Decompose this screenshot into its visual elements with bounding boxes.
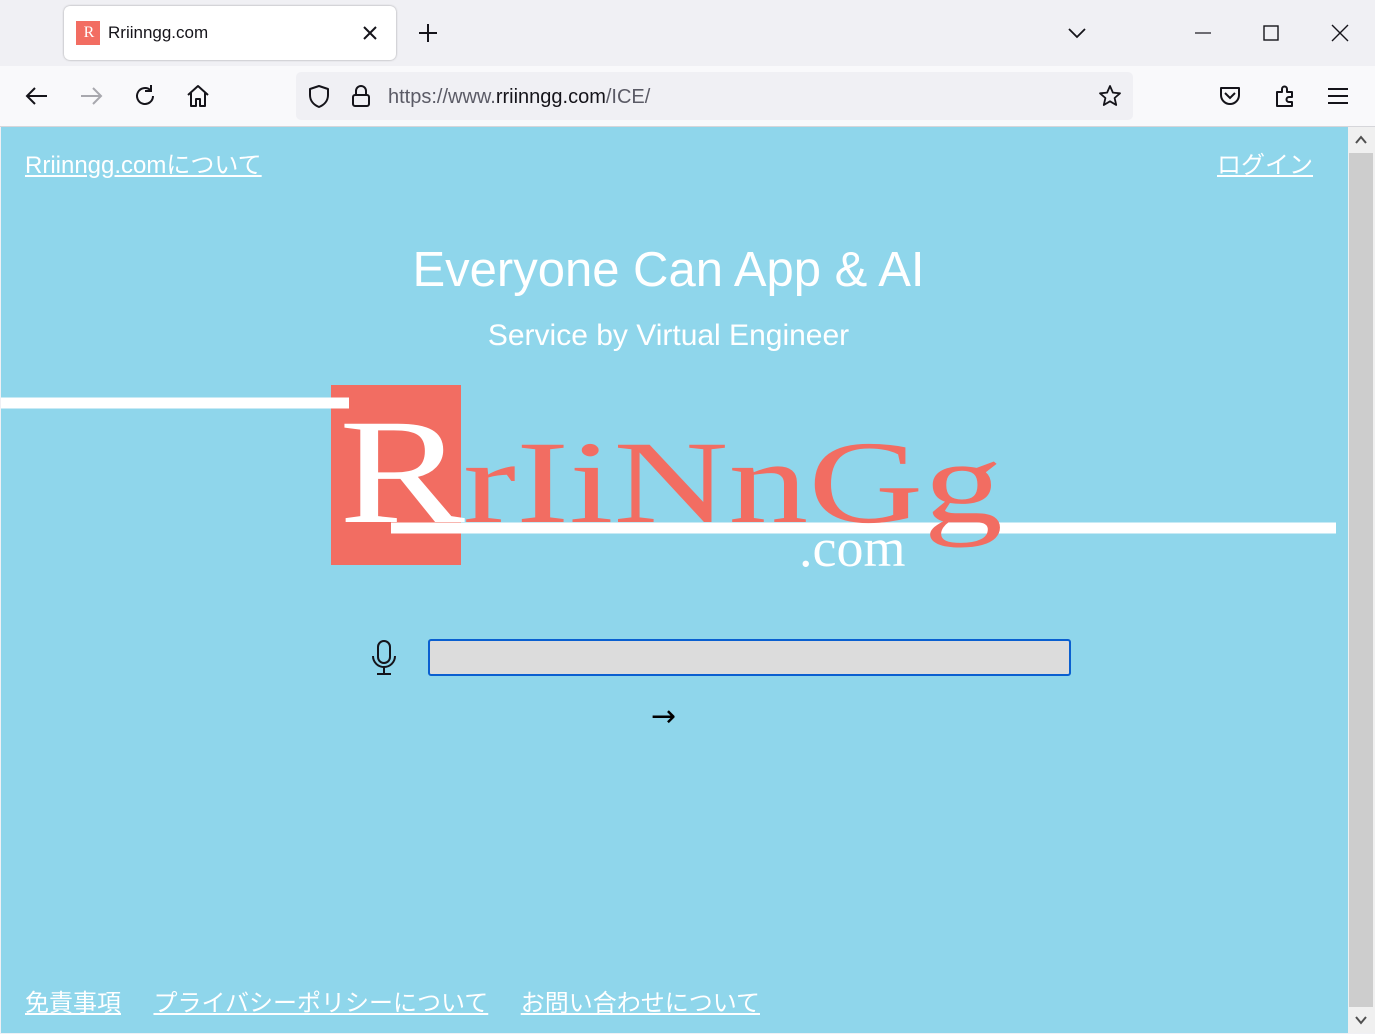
minimize-icon[interactable] <box>1190 20 1216 46</box>
site-favicon: R <box>76 21 100 45</box>
logo-suffix: .com <box>799 518 905 578</box>
login-link[interactable]: ログイン <box>1217 145 1313 180</box>
new-tab-icon[interactable] <box>414 19 442 47</box>
lock-icon[interactable] <box>348 83 374 109</box>
search-input[interactable] <box>428 639 1071 676</box>
extensions-icon[interactable] <box>1271 82 1299 110</box>
page-content: Rriinngg.comについて ログイン Everyone Can App &… <box>1 127 1348 1033</box>
menu-icon[interactable] <box>1324 82 1352 110</box>
about-link[interactable]: Rriinngg.comについて <box>25 145 262 180</box>
reload-icon[interactable] <box>131 82 159 110</box>
scroll-down-icon[interactable] <box>1352 1011 1370 1029</box>
disclaimer-link[interactable]: 免責事項 <box>25 990 121 1017</box>
home-icon[interactable] <box>184 82 212 110</box>
chevron-down-icon[interactable] <box>1064 20 1090 46</box>
footer-links: 免責事項 プライバシーポリシーについて お問い合わせについて <box>25 983 788 1018</box>
maximize-icon[interactable] <box>1258 20 1284 46</box>
scroll-up-icon[interactable] <box>1352 131 1370 149</box>
window-close-icon[interactable] <box>1327 20 1353 46</box>
close-tab-icon[interactable] <box>358 21 382 45</box>
privacy-policy-link[interactable]: プライバシーポリシーについて <box>153 990 488 1017</box>
browser-tab[interactable]: R Rriinngg.com <box>64 6 396 60</box>
rriinngg-logo: R rIiNnGg .com <box>1 385 1336 578</box>
logo-letters-white: R <box>339 389 465 555</box>
tab-title: Rriinngg.com <box>108 23 209 42</box>
url-text[interactable]: https://www.rriinngg.com/ICE/ <box>388 86 650 109</box>
back-arrow-icon[interactable] <box>23 82 51 110</box>
scrollbar-thumb[interactable] <box>1349 153 1373 1007</box>
page-subline: Service by Virtual Engineer <box>487 319 850 352</box>
shield-icon[interactable] <box>306 83 332 109</box>
submit-arrow-button[interactable]: → <box>651 699 676 734</box>
microphone-icon[interactable] <box>367 638 401 678</box>
contact-link[interactable]: お問い合わせについて <box>521 990 760 1017</box>
forward-arrow-icon[interactable] <box>77 82 105 110</box>
pocket-icon[interactable] <box>1216 82 1244 110</box>
vertical-scrollbar[interactable] <box>1348 127 1375 1033</box>
logo-letters-coral: rIiNnGg <box>463 417 1003 548</box>
tab-strip: R Rriinngg.com <box>0 0 1375 66</box>
url-bar[interactable]: https://www.rriinngg.com/ICE/ <box>296 72 1133 120</box>
bookmark-star-icon[interactable] <box>1097 83 1123 109</box>
page-headline: Everyone Can App & AI <box>412 243 925 297</box>
navigation-toolbar: https://www.rriinngg.com/ICE/ <box>0 66 1375 127</box>
